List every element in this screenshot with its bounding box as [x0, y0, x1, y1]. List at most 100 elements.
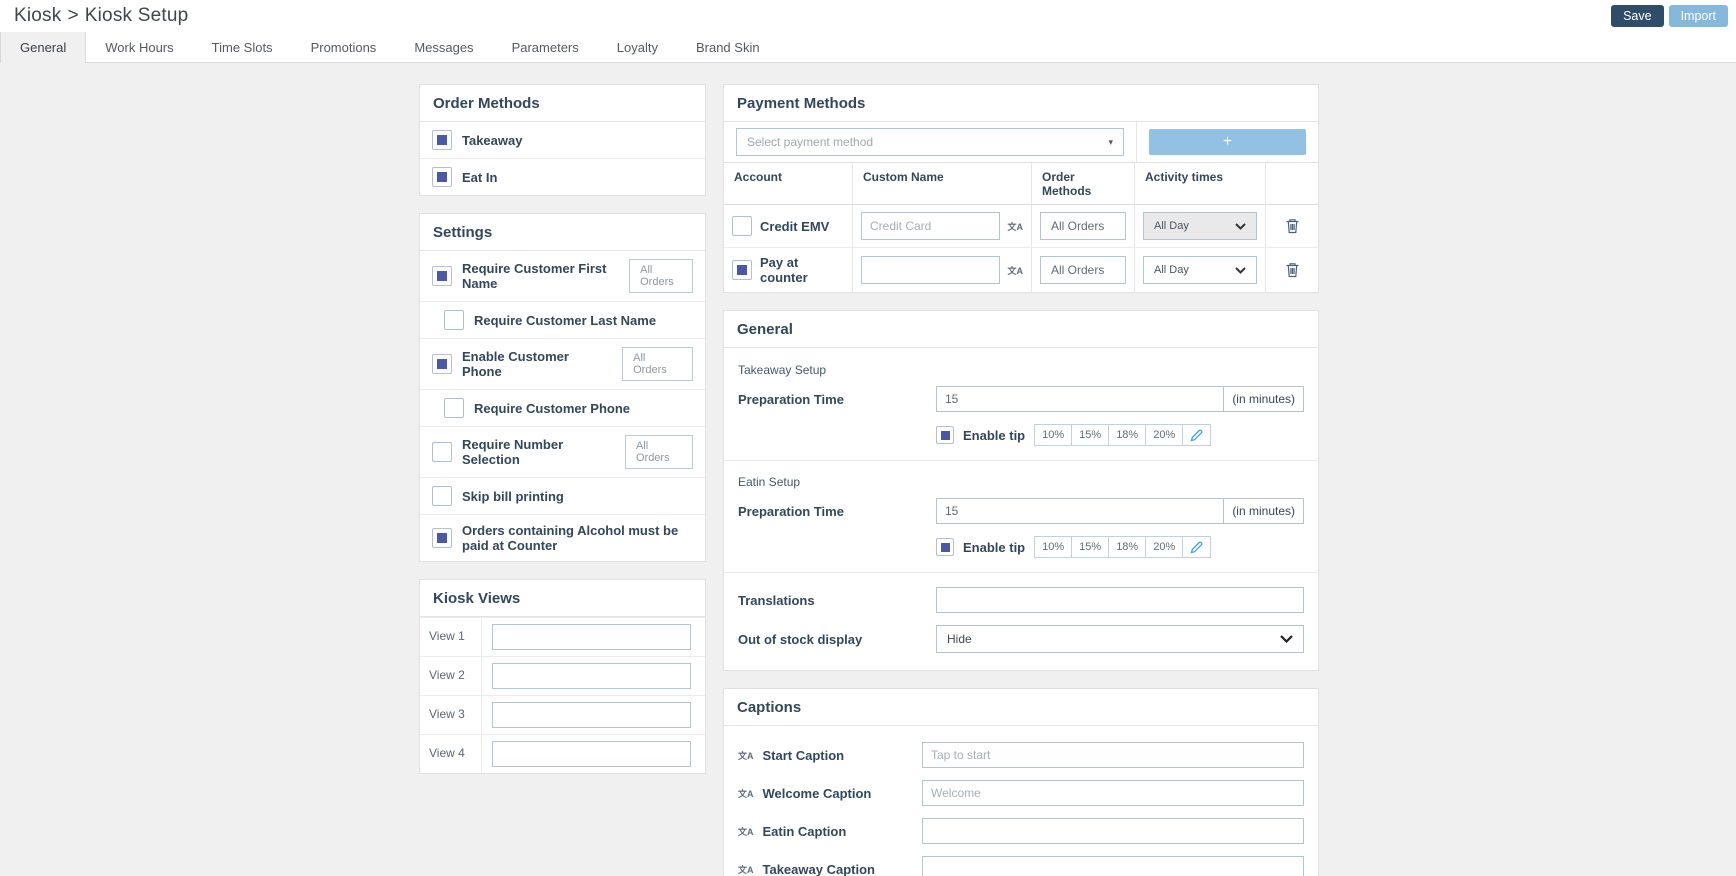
- eatin-tip-options: 10% 15% 18% 20%: [1034, 536, 1211, 558]
- caret-down-icon: ▾: [1108, 137, 1113, 148]
- settings-title: Settings: [420, 214, 705, 251]
- view-2-input[interactable]: [492, 663, 691, 689]
- takeaway-enable-tip-checkbox[interactable]: [936, 426, 954, 444]
- tip-option-10[interactable]: 10%: [1034, 536, 1072, 558]
- require-customer-phone-checkbox[interactable]: [444, 398, 464, 418]
- right-column: Payment Methods Select payment method ▾ …: [723, 84, 1319, 876]
- delete-payment-method-button[interactable]: [1283, 260, 1302, 280]
- pencil-icon: [1190, 541, 1203, 554]
- payment-methods-title: Payment Methods: [724, 85, 1318, 122]
- takeaway-setup-label: Takeaway Setup: [738, 363, 1304, 377]
- tab-brand-skin[interactable]: Brand Skin: [677, 32, 779, 63]
- view-1-input[interactable]: [492, 624, 691, 650]
- enable-customer-phone-checkbox[interactable]: [432, 354, 452, 374]
- eatin-caption-input[interactable]: [922, 818, 1304, 844]
- breadcrumb: Kiosk>Kiosk Setup: [14, 5, 188, 27]
- tab-time-slots[interactable]: Time Slots: [193, 32, 292, 63]
- save-button[interactable]: Save: [1611, 5, 1664, 27]
- column-header-account: Account: [724, 163, 853, 205]
- setting-label: Require Number Selection: [462, 437, 615, 467]
- takeaway-checkbox[interactable]: [432, 130, 452, 150]
- takeaway-prep-time-input[interactable]: [936, 386, 1224, 412]
- top-bar: Kiosk>Kiosk Setup Save Import: [0, 0, 1736, 32]
- view-2-label: View 2: [420, 657, 482, 695]
- all-orders-badge[interactable]: All Orders: [625, 435, 693, 469]
- column-header-actions: [1266, 163, 1318, 205]
- setting-label: Enable Customer Phone: [462, 349, 612, 379]
- payment-method-select-placeholder: Select payment method: [747, 135, 873, 149]
- translate-icon[interactable]: 文A: [1008, 264, 1024, 277]
- pay-at-counter-checkbox[interactable]: [732, 260, 752, 280]
- content-area: Order Methods Takeaway Eat In Settings R…: [0, 63, 1736, 876]
- account-label: Credit EMV: [760, 219, 829, 234]
- order-methods-selector[interactable]: All Orders: [1040, 256, 1126, 284]
- order-methods-selector[interactable]: All Orders: [1040, 212, 1126, 240]
- setting-row: Require Number Selection All Orders: [420, 426, 705, 477]
- divider: [724, 460, 1318, 461]
- tab-work-hours[interactable]: Work Hours: [86, 32, 192, 63]
- account-label: Pay at counter: [760, 255, 844, 285]
- tip-option-20[interactable]: 20%: [1145, 536, 1183, 558]
- trash-icon: [1285, 218, 1300, 234]
- translate-icon[interactable]: 文A: [1008, 220, 1024, 233]
- import-button[interactable]: Import: [1669, 5, 1728, 27]
- add-payment-method-button[interactable]: +: [1149, 129, 1306, 155]
- tab-promotions[interactable]: Promotions: [292, 32, 396, 63]
- tab-loyalty[interactable]: Loyalty: [598, 32, 677, 63]
- captions-card: Captions 文AStart Caption 文AWelcome Capti…: [723, 688, 1319, 876]
- custom-name-input[interactable]: [861, 212, 1000, 240]
- out-of-stock-select[interactable]: Hide: [936, 625, 1304, 653]
- kiosk-views-card: Kiosk Views View 1 View 2 View 3 View 4: [419, 579, 706, 774]
- translate-icon[interactable]: 文A: [738, 825, 754, 838]
- chevron-down-icon: [1235, 223, 1246, 230]
- tab-parameters[interactable]: Parameters: [493, 32, 598, 63]
- activity-times-select[interactable]: All Day: [1143, 212, 1257, 240]
- edit-tip-button[interactable]: [1182, 424, 1211, 446]
- kiosk-views-title: Kiosk Views: [420, 580, 705, 617]
- eatin-prep-time-input[interactable]: [936, 498, 1224, 524]
- require-number-selection-checkbox[interactable]: [432, 442, 452, 462]
- delete-payment-method-button[interactable]: [1283, 216, 1302, 236]
- setting-label: Skip bill printing: [462, 489, 564, 504]
- column-header-custom-name: Custom Name: [853, 163, 1032, 205]
- skip-bill-printing-checkbox[interactable]: [432, 486, 452, 506]
- translate-icon[interactable]: 文A: [738, 863, 754, 876]
- tip-option-15[interactable]: 15%: [1071, 536, 1109, 558]
- view-3-input[interactable]: [492, 702, 691, 728]
- tip-option-18[interactable]: 18%: [1108, 424, 1146, 446]
- translate-icon[interactable]: 文A: [738, 749, 754, 762]
- setting-label: Orders containing Alcohol must be paid a…: [462, 523, 693, 553]
- custom-name-input[interactable]: [861, 256, 1000, 284]
- credit-emv-checkbox[interactable]: [732, 216, 752, 236]
- payment-method-select[interactable]: Select payment method ▾: [736, 128, 1124, 156]
- breadcrumb-root[interactable]: Kiosk: [14, 5, 61, 26]
- tip-option-20[interactable]: 20%: [1145, 424, 1183, 446]
- eat-in-checkbox[interactable]: [432, 167, 452, 187]
- tip-option-18[interactable]: 18%: [1108, 536, 1146, 558]
- alcohol-paid-at-counter-checkbox[interactable]: [432, 528, 452, 548]
- translate-icon[interactable]: 文A: [738, 787, 754, 800]
- takeaway-tip-options: 10% 15% 18% 20%: [1034, 424, 1211, 446]
- all-orders-badge[interactable]: All Orders: [622, 347, 693, 381]
- setting-row: Enable Customer Phone All Orders: [420, 338, 705, 389]
- edit-tip-button[interactable]: [1182, 536, 1211, 558]
- takeaway-caption-input[interactable]: [922, 856, 1304, 876]
- require-first-name-checkbox[interactable]: [432, 266, 452, 286]
- all-orders-badge[interactable]: All Orders: [629, 259, 693, 293]
- tab-general[interactable]: General: [0, 32, 86, 63]
- column-header-order-methods: Order Methods: [1032, 163, 1135, 205]
- eatin-enable-tip-checkbox[interactable]: [936, 538, 954, 556]
- kiosk-view-row: View 3: [420, 695, 705, 734]
- view-4-input[interactable]: [492, 741, 691, 767]
- tab-messages[interactable]: Messages: [395, 32, 492, 63]
- eatin-enable-tip-label: Enable tip: [963, 540, 1025, 555]
- require-last-name-checkbox[interactable]: [444, 310, 464, 330]
- tip-option-10[interactable]: 10%: [1034, 424, 1072, 446]
- activity-times-select[interactable]: All Day: [1143, 256, 1257, 284]
- chevron-down-icon: [1280, 635, 1293, 643]
- start-caption-input[interactable]: [922, 742, 1304, 768]
- translations-input[interactable]: [936, 587, 1304, 613]
- settings-card: Settings Require Customer First Name All…: [419, 213, 706, 562]
- tip-option-15[interactable]: 15%: [1071, 424, 1109, 446]
- welcome-caption-input[interactable]: [922, 780, 1304, 806]
